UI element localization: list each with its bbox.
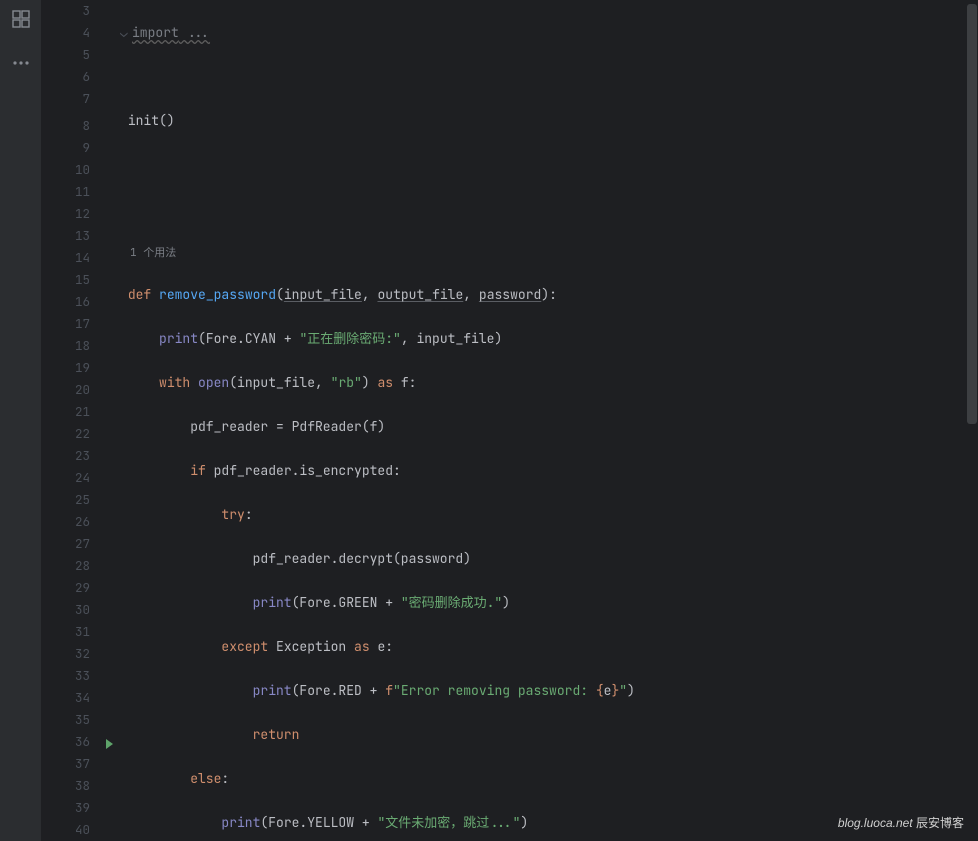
import-stmt: import: [132, 24, 179, 41]
more-icon[interactable]: [10, 52, 32, 74]
line-number-gutter: 34567 89101112 1314151617 1819202122 232…: [42, 0, 100, 841]
usage-hint[interactable]: 1 个用法: [120, 242, 978, 262]
code-editor[interactable]: ⌄import ... init() 1 个用法 def remove_pass…: [118, 0, 978, 841]
tool-sidebar: [0, 0, 42, 841]
editor-layout: 34567 89101112 1314151617 1819202122 232…: [0, 0, 978, 841]
run-main-icon[interactable]: [100, 733, 118, 755]
scrollbar-thumb[interactable]: [967, 4, 977, 424]
run-gutter: [100, 0, 118, 841]
structure-icon[interactable]: [10, 8, 32, 30]
vertical-scrollbar[interactable]: [966, 0, 978, 841]
watermark: blog.luoca.net 辰安博客: [838, 814, 964, 831]
